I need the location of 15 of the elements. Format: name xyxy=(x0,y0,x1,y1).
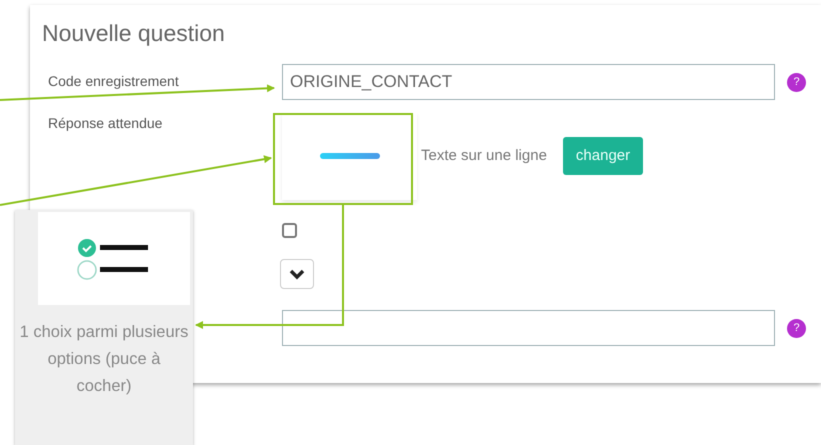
panel-title: Nouvelle question xyxy=(42,19,226,47)
answer-type-name: Texte sur une ligne xyxy=(421,146,547,166)
text-field[interactable] xyxy=(282,310,775,346)
field-label: Réponse attendue xyxy=(48,115,162,131)
chevron-down-icon xyxy=(289,268,305,280)
change-button[interactable]: changer xyxy=(562,136,644,176)
help-icon[interactable]: ? xyxy=(787,72,806,92)
radio-list-icon xyxy=(77,236,151,280)
text-field[interactable]: ORIGINE_CONTACT xyxy=(282,64,775,100)
dropdown-button[interactable] xyxy=(280,259,314,289)
option-card[interactable]: 1 choix parmi plusieurs options (puce à cocher) xyxy=(15,210,193,445)
field-label: Code enregistrement xyxy=(48,73,179,89)
help-icon[interactable]: ? xyxy=(787,318,806,338)
option-caption: 1 choix parmi plusieurs options (puce à cocher) xyxy=(18,322,190,397)
checkbox[interactable] xyxy=(282,223,297,238)
